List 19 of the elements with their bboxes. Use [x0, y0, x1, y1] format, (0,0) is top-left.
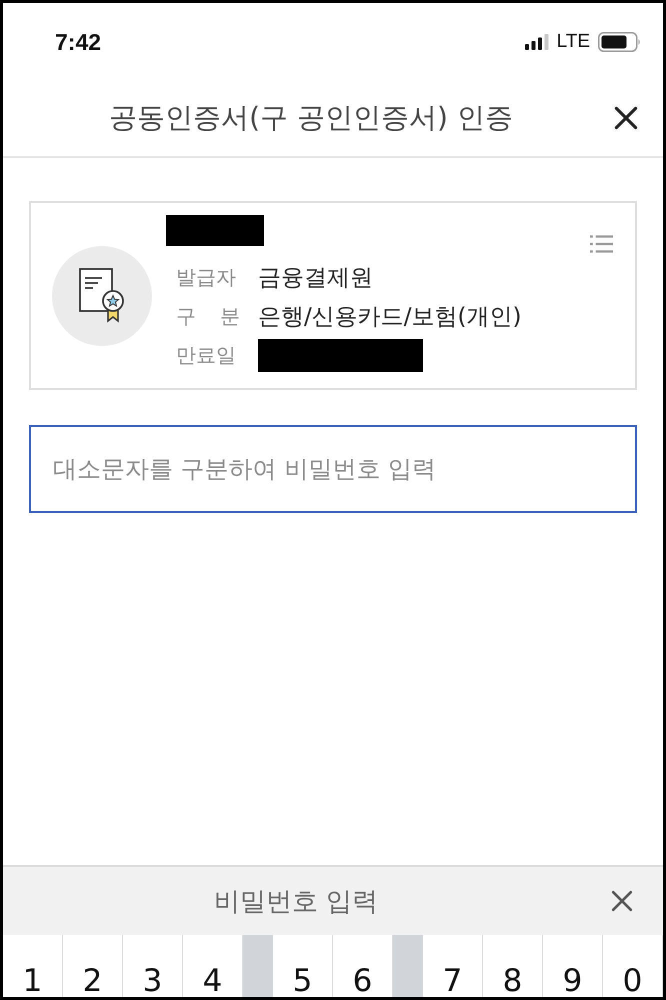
list-icon[interactable] [590, 234, 613, 254]
field-value: 금융결제원 [258, 264, 373, 293]
field-label: 발급자 [176, 264, 237, 291]
screen-title: 공동인증서(구 공인인증서) 인증 [108, 100, 514, 136]
field-label: 구 분 [176, 303, 240, 330]
field-value: 은행/신용카드/보험(개인) [258, 303, 522, 332]
certificate-icon [52, 246, 152, 346]
status-time: 7:42 [55, 29, 102, 55]
close-icon [611, 890, 633, 912]
signal-icon [524, 34, 549, 50]
certificate-card[interactable]: 발급자 금융결제원 구 분 은행/신용카드/보험(개인) 만료일 [29, 201, 637, 390]
network-label: LTE [556, 31, 590, 53]
close-icon [614, 106, 638, 130]
field-label: 만료일 [176, 342, 237, 369]
keypad-title: 비밀번호 입력 [212, 886, 380, 918]
battery-icon [598, 32, 641, 52]
close-button[interactable] [613, 105, 639, 131]
password-field[interactable]: 대소문자를 구분하여 비밀번호 입력 [29, 425, 637, 513]
close-button[interactable] [609, 888, 635, 914]
